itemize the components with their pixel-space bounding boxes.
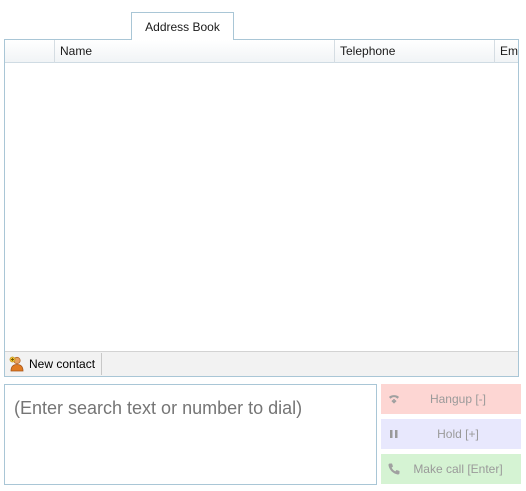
address-book-toolbar: New contact [5,351,518,376]
hold-button[interactable]: Hold [+] [381,419,521,449]
search-dial-input[interactable] [4,384,377,485]
column-header-telephone[interactable]: Telephone [335,40,495,63]
hangup-button[interactable]: Hangup [-] [381,384,521,414]
tab-address-book-label: Address Book [145,19,220,34]
person-add-icon [9,356,24,372]
hangup-phone-icon [389,395,399,404]
hold-label: Hold [+] [437,427,479,441]
grid-header: Name Telephone Em [5,40,518,63]
new-contact-label: New contact [29,357,96,371]
make-call-button[interactable]: Make call [Enter] [381,454,521,484]
address-book-panel: Name Telephone Em New contact [4,39,519,377]
contacts-grid-body[interactable] [5,63,518,352]
new-contact-button[interactable]: New contact [5,353,103,375]
column-header-name[interactable]: Name [55,40,335,63]
phone-icon [388,463,400,475]
pause-icon [390,430,398,438]
tab-address-book[interactable]: Address Book [131,12,234,40]
make-call-label: Make call [Enter] [413,462,503,476]
column-header-select[interactable] [5,40,55,63]
column-header-email[interactable]: Em [495,40,518,63]
hangup-label: Hangup [-] [429,392,487,406]
